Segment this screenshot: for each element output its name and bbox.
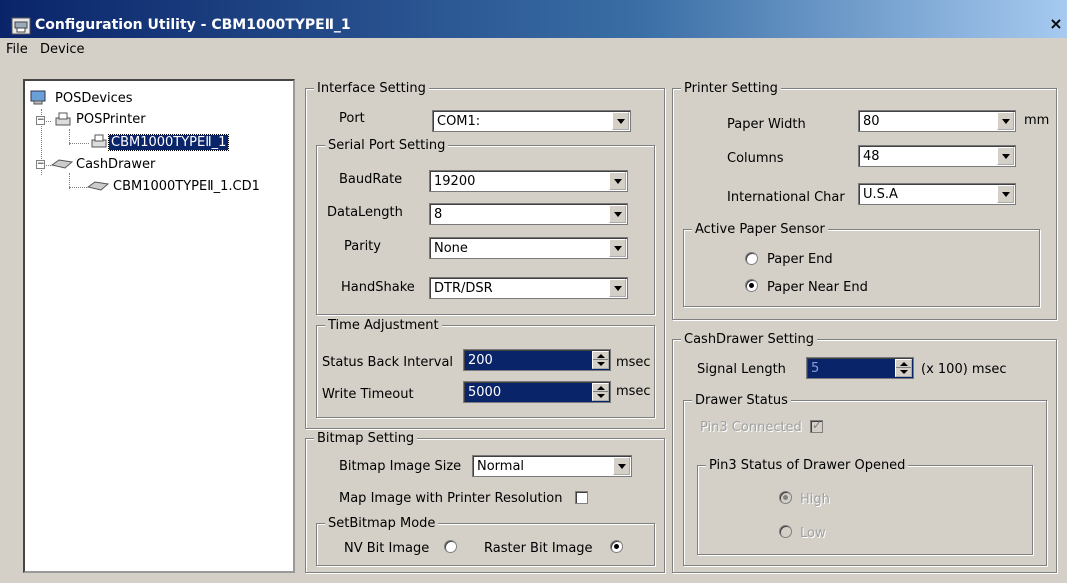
paper-end-radio[interactable] — [745, 252, 758, 265]
international-char-label: International Char — [727, 190, 845, 205]
datalength-label: DataLength — [327, 205, 403, 220]
tree-printer-device[interactable]: CBM1000TYPEⅡ_1 — [107, 134, 230, 151]
status-back-interval-label: Status Back Interval — [322, 355, 454, 370]
pos-devices-icon — [30, 90, 46, 105]
cashdrawer-icon — [51, 159, 73, 169]
spin-arrows-icon[interactable] — [592, 383, 609, 401]
tree-posprinter[interactable]: POSPrinter — [74, 112, 148, 127]
close-icon[interactable]: × — [1048, 16, 1064, 32]
low-radio[interactable] — [779, 525, 792, 538]
spin-arrows-icon[interactable] — [592, 351, 609, 369]
pin3-status-title: Pin3 Status of Drawer Opened — [706, 458, 909, 473]
columns-label: Columns — [727, 151, 784, 166]
datalength-select[interactable]: 8 — [429, 203, 628, 225]
columns-select[interactable]: 48 — [858, 145, 1016, 167]
handshake-label: HandShake — [341, 280, 415, 295]
chevron-down-icon[interactable] — [609, 205, 626, 223]
window-title: Configuration Utility - CBM1000TYPEⅡ_1 — [35, 17, 351, 33]
bitmap-setting-title: Bitmap Setting — [314, 431, 418, 446]
device-tree[interactable]: POSDevices − POSPrinter CBM1000TYPEⅡ_1 −… — [23, 79, 295, 573]
baudrate-select[interactable]: 19200 — [429, 170, 628, 192]
bitmap-size-label: Bitmap Image Size — [339, 459, 462, 474]
chevron-down-icon[interactable] — [609, 172, 626, 190]
paper-width-unit: mm — [1024, 113, 1050, 128]
international-char-select[interactable]: U.S.A — [858, 183, 1016, 205]
status-unit: msec — [616, 355, 651, 370]
chevron-down-icon[interactable] — [609, 239, 626, 257]
menu-device[interactable]: Device — [40, 42, 84, 57]
raster-bit-image-radio[interactable] — [610, 540, 623, 553]
time-adjustment-title: Time Adjustment — [325, 318, 442, 333]
chevron-down-icon[interactable] — [997, 112, 1014, 130]
expander-posprinter[interactable]: − — [36, 116, 45, 125]
serial-port-title: Serial Port Setting — [325, 138, 449, 153]
spin-arrows-icon[interactable] — [895, 359, 912, 377]
title-bar: Configuration Utility - CBM1000TYPEⅡ_1 × — [0, 0, 1067, 38]
chevron-down-icon[interactable] — [609, 279, 626, 297]
tree-drawer-device[interactable]: CBM1000TYPEⅡ_1.CD1 — [111, 179, 262, 194]
parity-select[interactable]: None — [429, 237, 628, 259]
active-paper-sensor-title: Active Paper Sensor — [692, 222, 828, 237]
printer-icon — [55, 112, 71, 126]
paper-near-end-radio[interactable] — [745, 279, 758, 292]
time-adjustment-group: Time Adjustment — [316, 318, 655, 418]
port-label: Port — [339, 111, 365, 126]
handshake-select[interactable]: DTR/DSR — [429, 277, 628, 299]
nv-bit-image-radio[interactable] — [444, 540, 457, 553]
drawer-status-title: Drawer Status — [692, 393, 791, 408]
chevron-down-icon[interactable] — [612, 112, 629, 130]
printer-setting-title: Printer Setting — [681, 81, 781, 96]
port-select[interactable]: COM1: — [432, 110, 631, 132]
baudrate-label: BaudRate — [339, 172, 403, 187]
paper-width-label: Paper Width — [727, 117, 806, 132]
app-icon — [11, 17, 31, 35]
interface-setting-title: Interface Setting — [314, 81, 429, 96]
paper-end-label: Paper End — [767, 252, 833, 267]
signal-length-spinner[interactable]: 5 — [806, 357, 914, 379]
pin3-status-group: Pin3 Status of Drawer Opened — [697, 458, 1033, 555]
raster-bit-image-label: Raster Bit Image — [484, 541, 593, 556]
map-image-label: Map Image with Printer Resolution — [339, 491, 563, 506]
tree-cashdrawer[interactable]: CashDrawer — [74, 157, 157, 172]
chevron-down-icon[interactable] — [997, 185, 1014, 203]
menu-bar: File Device — [0, 38, 1067, 60]
expander-cashdrawer[interactable]: − — [36, 160, 45, 169]
bitmap-size-select[interactable]: Normal — [472, 455, 632, 477]
active-paper-sensor-group: Active Paper Sensor — [683, 222, 1040, 307]
pin3-connected-checkbox[interactable] — [810, 418, 823, 433]
parity-label: Parity — [344, 239, 381, 254]
drawer-device-icon — [87, 181, 109, 191]
paper-near-end-label: Paper Near End — [767, 280, 868, 295]
write-timeout-unit: msec — [616, 384, 651, 399]
cashdrawer-setting-title: CashDrawer Setting — [681, 332, 818, 347]
setbitmap-mode-title: SetBitmap Mode — [325, 516, 439, 531]
paper-width-select[interactable]: 80 — [858, 110, 1016, 132]
signal-length-label: Signal Length — [697, 362, 786, 377]
map-image-checkbox[interactable] — [575, 491, 588, 504]
write-timeout-spinner[interactable]: 5000 — [463, 381, 611, 403]
low-label: Low — [800, 526, 826, 541]
write-timeout-label: Write Timeout — [322, 387, 414, 402]
chevron-down-icon[interactable] — [997, 147, 1014, 165]
tree-root[interactable]: POSDevices — [53, 91, 135, 106]
signal-length-unit: (x 100) msec — [921, 362, 1007, 377]
high-radio[interactable] — [779, 491, 792, 504]
status-back-interval-spinner[interactable]: 200 — [463, 349, 611, 371]
menu-file[interactable]: File — [6, 42, 28, 57]
pin3-connected-label: Pin3 Connected — [700, 420, 802, 435]
chevron-down-icon[interactable] — [613, 457, 630, 475]
printer-device-icon — [91, 134, 107, 148]
high-label: High — [800, 492, 830, 507]
nv-bit-image-label: NV Bit Image — [344, 541, 430, 556]
